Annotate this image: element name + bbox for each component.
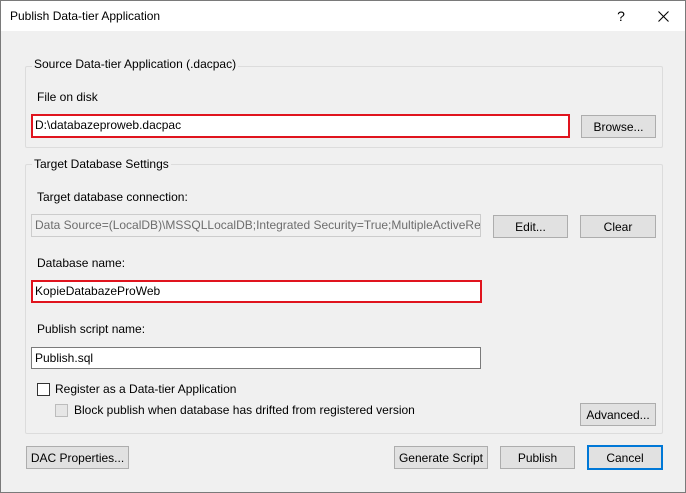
generate-script-button[interactable]: Generate Script bbox=[394, 446, 488, 469]
advanced-button[interactable]: Advanced... bbox=[580, 403, 656, 426]
help-button[interactable]: ? bbox=[601, 1, 641, 31]
register-checkbox[interactable] bbox=[37, 383, 50, 396]
target-group-title: Target Database Settings bbox=[32, 157, 171, 171]
connection-label: Target database connection: bbox=[37, 190, 188, 204]
cancel-button[interactable]: Cancel bbox=[587, 445, 663, 470]
clear-button[interactable]: Clear bbox=[580, 215, 656, 238]
cancel-label: Cancel bbox=[606, 450, 644, 465]
block-publish-label: Block publish when database has drifted … bbox=[74, 403, 415, 417]
close-icon bbox=[657, 10, 669, 22]
title-bar: Publish Data-tier Application ? bbox=[1, 1, 685, 31]
database-name-label: Database name: bbox=[37, 256, 126, 270]
browse-button-label: Browse... bbox=[593, 119, 644, 134]
publish-dialog: Publish Data-tier Application ? Source D… bbox=[0, 0, 686, 493]
publish-label: Publish bbox=[517, 450, 558, 465]
dac-properties-label: DAC Properties... bbox=[30, 450, 125, 465]
window-title: Publish Data-tier Application bbox=[10, 9, 161, 23]
file-path-field[interactable]: D:\databazeproweb.dacpac bbox=[31, 114, 570, 138]
publish-script-label: Publish script name: bbox=[37, 322, 146, 336]
register-label[interactable]: Register as a Data-tier Application bbox=[55, 382, 236, 396]
close-button[interactable] bbox=[643, 1, 683, 31]
publish-script-field[interactable]: Publish.sql bbox=[31, 347, 481, 369]
edit-button-label: Edit... bbox=[515, 219, 546, 234]
advanced-button-label: Advanced... bbox=[586, 407, 650, 422]
dac-properties-button[interactable]: DAC Properties... bbox=[26, 446, 129, 469]
source-group-title: Source Data-tier Application (.dacpac) bbox=[32, 57, 239, 71]
clear-button-label: Clear bbox=[603, 219, 633, 234]
file-on-disk-label: File on disk bbox=[37, 90, 98, 104]
edit-button[interactable]: Edit... bbox=[493, 215, 568, 238]
publish-button[interactable]: Publish bbox=[500, 446, 575, 469]
block-publish-checkbox[interactable] bbox=[55, 404, 68, 417]
help-icon: ? bbox=[617, 8, 625, 24]
connection-field[interactable]: Data Source=(LocalDB)\MSSQLLocalDB;Integ… bbox=[31, 214, 481, 237]
browse-button[interactable]: Browse... bbox=[581, 115, 656, 138]
generate-script-label: Generate Script bbox=[398, 450, 484, 465]
database-name-field[interactable]: KopieDatabazeProWeb bbox=[31, 280, 482, 303]
